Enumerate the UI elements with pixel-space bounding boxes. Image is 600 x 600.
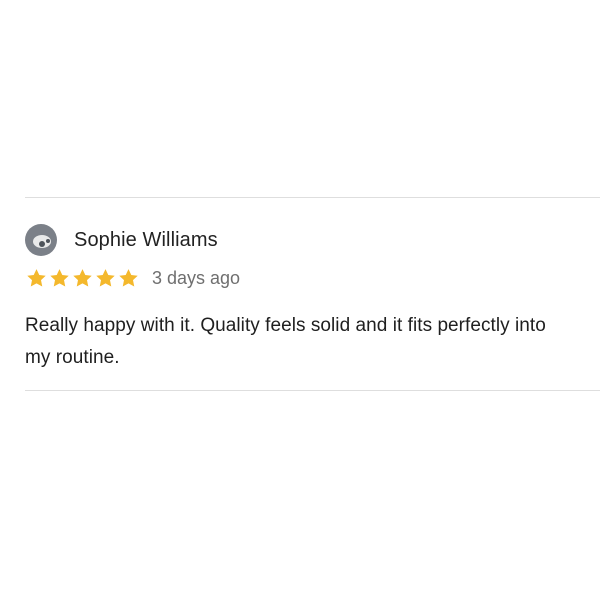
star-icon bbox=[117, 267, 140, 290]
star-icon bbox=[48, 267, 71, 290]
star-icon bbox=[94, 267, 117, 290]
reviewer-name: Sophie Williams bbox=[74, 229, 218, 251]
star-rating bbox=[25, 267, 140, 290]
review-page: Sophie Williams 3 days ago Really happy … bbox=[0, 0, 600, 600]
rating-row: 3 days ago bbox=[25, 263, 575, 293]
star-icon bbox=[25, 267, 48, 290]
top-divider bbox=[25, 197, 600, 198]
review-body: Really happy with it. Quality feels soli… bbox=[25, 315, 546, 368]
star-icon bbox=[71, 267, 94, 290]
review-card: Sophie Williams 3 days ago Really happy … bbox=[25, 222, 575, 374]
review-date: 3 days ago bbox=[152, 268, 241, 288]
reviewer-header: Sophie Williams bbox=[25, 222, 575, 258]
bottom-divider bbox=[25, 390, 600, 391]
reviewer-avatar bbox=[25, 224, 57, 256]
